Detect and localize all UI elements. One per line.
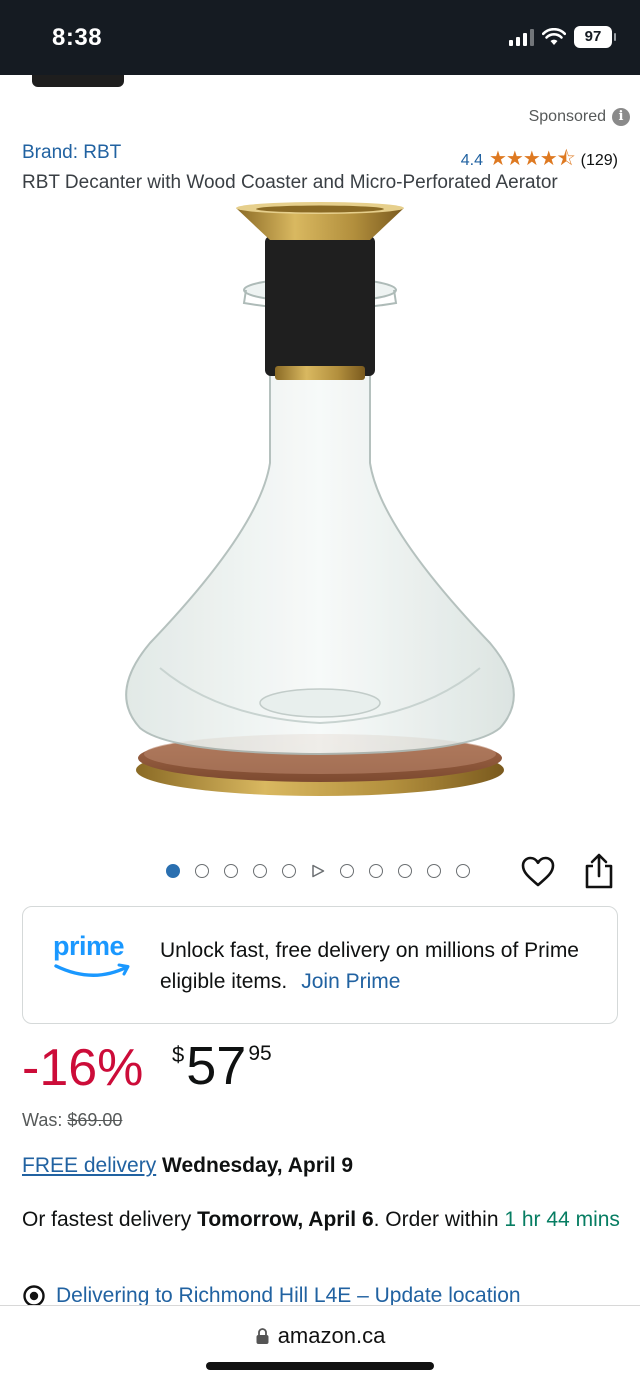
home-indicator[interactable] [206,1362,434,1370]
was-price: Was: $69.00 [22,1110,122,1131]
fastest-date: Tomorrow, April 6 [197,1208,374,1231]
carousel-dot[interactable] [398,864,412,878]
lock-icon [256,1328,269,1344]
address-bar[interactable]: amazon.ca [0,1323,640,1349]
status-bar: 8:38 97 [0,0,640,75]
carousel-dot[interactable] [195,864,209,878]
prime-smile-icon [54,963,130,977]
was-label: Was: [22,1110,63,1130]
carousel-dot[interactable] [456,864,470,878]
carousel-dot[interactable] [166,864,180,878]
cellular-signal-icon [509,28,534,46]
share-icon[interactable] [582,852,616,890]
carousel-dot[interactable] [282,864,296,878]
free-delivery-line: FREE delivery Wednesday, April 9 [22,1154,353,1178]
fastest-delivery-line: Or fastest delivery Tomorrow, April 6. O… [22,1204,622,1235]
order-within-text: . Order within [373,1208,499,1231]
carousel-dot[interactable] [427,864,441,878]
image-carousel-dots[interactable] [166,864,470,878]
previous-item-partial[interactable] [0,75,640,95]
current-price: $ 57 95 [172,1036,272,1096]
price-whole: 57 [186,1036,247,1096]
discount-percent: -16% [22,1039,144,1097]
prime-message: Unlock fast, free delivery on millions o… [160,935,600,997]
prime-logo: prime [53,931,139,989]
previous-item-thumbnail [32,75,124,87]
price-currency: $ [172,1042,185,1067]
url-text: amazon.ca [277,1323,386,1348]
carousel-dot[interactable] [224,864,238,878]
fastest-prefix: Or fastest delivery [22,1208,192,1231]
status-icons: 97 [509,26,616,48]
heart-icon[interactable] [520,854,556,890]
product-title[interactable]: RBT Decanter with Wood Coaster and Micro… [22,172,558,194]
sponsored-label[interactable]: Sponsored i [529,108,630,126]
wifi-icon [542,28,566,45]
price-fraction: 95 [248,1042,272,1065]
rating-count: (129) [580,152,618,169]
video-play-icon[interactable] [311,864,325,878]
prime-logo-text: prime [53,931,125,961]
carousel-dot[interactable] [253,864,267,878]
info-icon[interactable]: i [612,108,630,126]
sponsored-text: Sponsored [528,108,606,125]
free-delivery-link[interactable]: FREE delivery [22,1154,156,1177]
product-image[interactable] [100,198,540,818]
free-delivery-date: Wednesday, April 9 [162,1154,354,1177]
order-countdown: 1 hr 44 mins [504,1208,620,1231]
browser-bottom-bar: amazon.ca [0,1305,640,1386]
join-prime-link[interactable]: Join Prime [301,970,400,993]
was-value: $69.00 [67,1110,123,1130]
battery-indicator: 97 [574,26,616,48]
carousel-dot[interactable] [369,864,383,878]
carousel-dot[interactable] [340,864,354,878]
prime-promo-card[interactable]: prime Unlock fast, free delivery on mill… [22,906,618,1024]
status-time: 8:38 [52,24,103,51]
brand-link[interactable]: Brand: RBT [22,142,121,164]
rating-value: 4.4 [460,152,483,169]
